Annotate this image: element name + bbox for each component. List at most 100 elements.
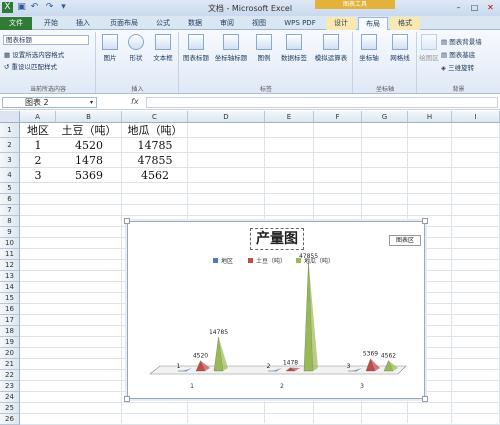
row-header[interactable]: 12 (0, 260, 20, 271)
cell[interactable]: 1 (20, 138, 56, 153)
gridlines-button[interactable]: 网格线 (385, 34, 415, 62)
column-header[interactable]: C (122, 111, 188, 123)
row-header[interactable]: 21 (0, 359, 20, 370)
3d-rotation-button[interactable]: ◈ 三维旋转 (441, 62, 474, 72)
fx-button[interactable]: fx (131, 97, 139, 106)
select-all-corner[interactable] (0, 111, 20, 123)
column-header[interactable]: B (56, 111, 122, 123)
insert-textbox-button[interactable]: 文本框 (150, 34, 176, 62)
tab-layout[interactable]: 布局 (358, 17, 388, 30)
row-header[interactable]: 23 (0, 381, 20, 392)
row-header[interactable]: 18 (0, 326, 20, 337)
reset-style-button[interactable]: ↺ 重设以匹配样式 (4, 61, 57, 71)
tab-data[interactable]: 数据 (180, 17, 210, 30)
column-header[interactable]: F (314, 111, 362, 123)
plot-area-button[interactable]: 绘图区 (418, 34, 440, 62)
undo-icon[interactable]: ↶ (29, 2, 40, 13)
formula-input[interactable] (146, 97, 498, 108)
cell[interactable]: 3 (20, 168, 56, 183)
chart-area[interactable]: 产量图 图表区 地区土豆（吨）地瓜（吨）12345201478536914785… (127, 221, 425, 399)
chart-wall-button[interactable]: ▤ 图表背景墙 (441, 36, 482, 46)
axis-title-button[interactable]: 坐标轴标题 (212, 34, 250, 62)
column-header[interactable]: D (188, 111, 265, 123)
row-header[interactable]: 9 (0, 227, 20, 238)
data-table-label: 模拟运算表 (315, 54, 348, 62)
row-gridline (20, 402, 500, 403)
data-labels-button[interactable]: 数据标签 (278, 34, 310, 62)
close-icon[interactable]: ✕ (484, 2, 497, 13)
cell[interactable]: 地瓜（吨） (122, 123, 188, 138)
row-header[interactable]: 1 (0, 123, 20, 138)
row-header[interactable]: 5 (0, 183, 20, 194)
data-table-button[interactable]: 模拟运算表 (310, 34, 352, 62)
legend-button[interactable]: 图例 (252, 34, 276, 62)
row-header[interactable]: 22 (0, 370, 20, 381)
tab-home[interactable]: 开始 (36, 17, 66, 30)
name-box-dropdown-icon[interactable]: ▾ (90, 99, 93, 106)
maximize-icon[interactable]: □ (468, 2, 481, 13)
row-header[interactable]: 15 (0, 293, 20, 304)
minimize-icon[interactable]: – (452, 2, 465, 13)
column-header[interactable]: E (265, 111, 314, 123)
cell[interactable]: 14785 (122, 138, 188, 153)
tab-view[interactable]: 视图 (244, 17, 274, 30)
row-header[interactable]: 3 (0, 153, 20, 168)
insert-picture-button[interactable]: 图片 (98, 34, 122, 62)
column-header[interactable]: H (408, 111, 452, 123)
customize-qa-icon[interactable]: ▾ (58, 2, 69, 13)
column-header[interactable]: G (362, 111, 408, 123)
cell[interactable]: 地区 (20, 123, 56, 138)
column-header[interactable]: I (452, 111, 500, 123)
chart-floor-button[interactable]: ▤ 图表基底 (441, 49, 475, 59)
cell[interactable]: 4562 (122, 168, 188, 183)
cell[interactable]: 5369 (56, 168, 122, 183)
row-header[interactable]: 16 (0, 304, 20, 315)
row-header[interactable]: 20 (0, 348, 20, 359)
data-label: 1 (177, 363, 181, 370)
tab-review[interactable]: 审阅 (212, 17, 242, 30)
row-header[interactable]: 7 (0, 205, 20, 216)
cell[interactable]: 土豆（吨） (56, 123, 122, 138)
insert-shapes-label: 形状 (130, 54, 143, 62)
format-selection-button[interactable]: ▦ 设置所选内容格式 (4, 49, 64, 59)
tab-design[interactable]: 设计 (326, 17, 356, 30)
cell[interactable]: 47855 (122, 153, 188, 168)
cell[interactable]: 2 (20, 153, 56, 168)
chart-title-button[interactable]: 图表标题 (181, 34, 211, 62)
row-header[interactable]: 11 (0, 249, 20, 260)
insert-picture-label: 图片 (104, 54, 117, 62)
tab-wps-pdf[interactable]: WPS PDF (276, 17, 324, 30)
row-header[interactable]: 13 (0, 271, 20, 282)
redo-icon[interactable]: ↷ (44, 2, 55, 13)
tab-page-layout[interactable]: 页面布局 (102, 17, 146, 30)
data-label: 3 (347, 363, 351, 370)
legend-swatch (248, 258, 253, 263)
name-box[interactable]: 图表 2 (2, 97, 97, 108)
insert-shapes-button[interactable]: 形状 (124, 34, 148, 62)
row-header[interactable]: 17 (0, 315, 20, 326)
row-header[interactable]: 4 (0, 168, 20, 183)
row-header[interactable]: 2 (0, 138, 20, 153)
tab-insert[interactable]: 插入 (68, 17, 98, 30)
row-header[interactable]: 6 (0, 194, 20, 205)
row-header[interactable]: 14 (0, 282, 20, 293)
chart-element-dropdown[interactable]: 图表标题 (3, 35, 89, 45)
axes-button[interactable]: 坐标轴 (355, 34, 383, 62)
plot-area-icon (421, 34, 437, 50)
cell[interactable]: 1478 (56, 153, 122, 168)
tab-format[interactable]: 格式 (390, 17, 420, 30)
cell[interactable]: 4520 (56, 138, 122, 153)
row-header[interactable]: 19 (0, 337, 20, 348)
tab-formulas[interactable]: 公式 (148, 17, 178, 30)
data-label: 14785 (209, 329, 228, 336)
column-header[interactable]: A (20, 111, 56, 123)
tab-file[interactable]: 文件 (0, 17, 32, 30)
save-icon[interactable]: ▣ (16, 2, 27, 13)
row-header[interactable]: 25 (0, 403, 20, 414)
shapes-icon (128, 34, 144, 50)
row-header[interactable]: 8 (0, 216, 20, 227)
row-header[interactable]: 10 (0, 238, 20, 249)
axis-title-icon (223, 34, 239, 50)
row-header[interactable]: 26 (0, 414, 20, 425)
row-header[interactable]: 24 (0, 392, 20, 403)
